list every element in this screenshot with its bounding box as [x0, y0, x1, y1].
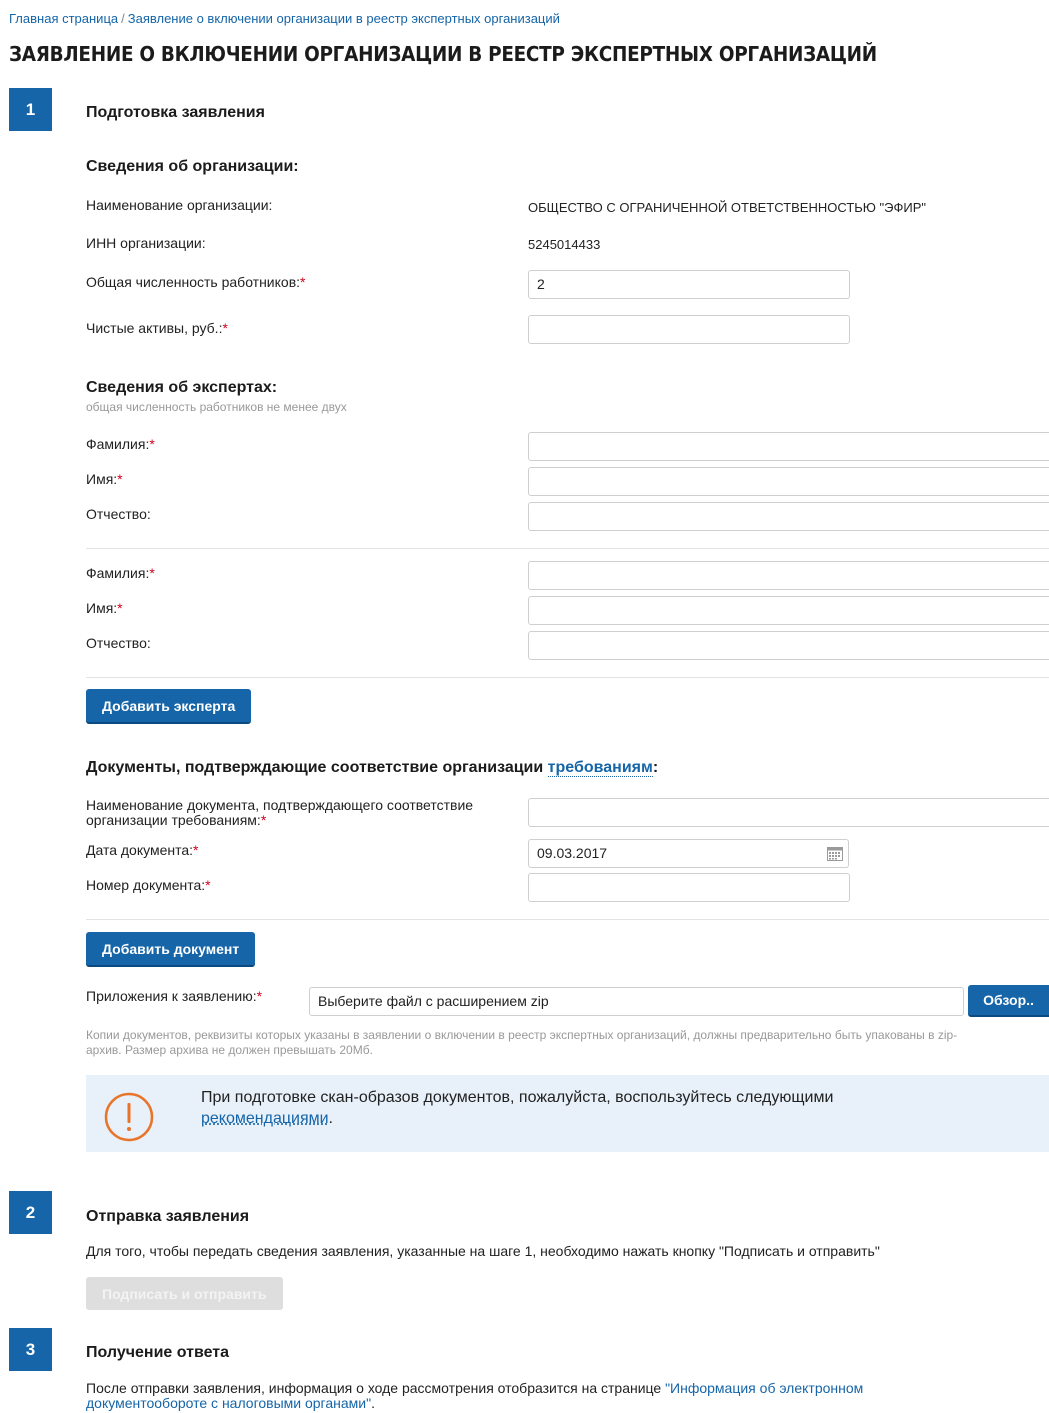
doc-date-input[interactable]: 09.03.2017 — [528, 839, 822, 868]
required-mark: * — [193, 842, 199, 858]
experts-section-title: Сведения об экспертах: — [86, 379, 278, 396]
breadcrumb: Главная страница / Заявление о включении о… — [9, 11, 560, 26]
expert-2-name-label: Имя:* — [86, 600, 123, 616]
notice-box: При подготовке скан-образов документов, … — [86, 1075, 1049, 1152]
assets-label: Чистые активы, руб.:* — [86, 320, 228, 336]
step-3-number: 3 — [9, 1328, 52, 1371]
org-name-label: Наименование организации: — [86, 197, 273, 213]
edo-info-link-line-2: документообороте с налоговыми органами" — [86, 1395, 372, 1411]
doc-name-label-line-2: организации требованиям:* — [86, 813, 473, 828]
required-mark: * — [117, 600, 123, 616]
step-2-title: Отправка заявления — [86, 1208, 250, 1225]
required-mark: * — [256, 988, 263, 1004]
required-mark: * — [222, 320, 228, 336]
surname-label-text: Фамилия: — [86, 565, 150, 581]
documents-title-text: Документы, подтверждающие соответствие о… — [86, 759, 548, 776]
answer-text-end: . — [371, 1395, 375, 1411]
surname-label-text: Фамилия: — [86, 436, 150, 452]
name-label-text: Имя: — [86, 471, 118, 487]
assets-label-text: Чистые активы, руб.: — [86, 320, 223, 336]
doc-name-input[interactable] — [528, 798, 1049, 827]
edo-info-link-line-1: "Информация об электронном — [665, 1380, 864, 1396]
employees-label-text: Общая численность работников: — [86, 274, 301, 290]
doc-name-label-line-2-text: организации требованиям: — [86, 812, 261, 828]
required-mark: * — [149, 436, 155, 452]
step-1-title: Подготовка заявления — [86, 104, 265, 121]
employees-label: Общая численность работников:* — [86, 274, 305, 290]
notice-text-main: При подготовке скан-образов документов, … — [201, 1089, 834, 1106]
file-input[interactable]: Выберите файл с расширением zip — [309, 987, 964, 1016]
expert-2-name-input[interactable] — [528, 596, 1049, 625]
browse-button[interactable]: Обзор.. — [968, 985, 1049, 1017]
sign-and-send-button[interactable]: Подписать и отправить — [86, 1277, 283, 1310]
expert-1-surname-input[interactable] — [528, 432, 1049, 461]
doc-number-input[interactable] — [528, 873, 850, 902]
doc-date-label: Дата документа:* — [86, 842, 199, 858]
attachments-hint-line-1: Копии документов, реквизиты которых указ… — [86, 1028, 958, 1042]
breadcrumb-home-link[interactable]: Главная страница — [9, 11, 118, 26]
doc-number-label-text: Номер документа: — [86, 877, 206, 893]
inn-value: 5245014433 — [528, 237, 601, 252]
employees-input[interactable]: 2 — [528, 270, 850, 299]
page-title: ЗАЯВЛЕНИЕ О ВКЛЮЧЕНИИ ОРГАНИЗАЦИИ В РЕЕС… — [9, 42, 877, 66]
organization-section-title: Сведения об организации: — [86, 158, 299, 175]
required-mark: * — [300, 274, 306, 290]
attachments-hint: Копии документов, реквизиты которых указ… — [86, 1028, 1049, 1058]
notice-text: При подготовке скан-образов документов, … — [201, 1087, 961, 1129]
documents-divider — [86, 919, 1049, 920]
step-1-number: 1 — [9, 88, 52, 131]
documents-section-title: Документы, подтверждающие соответствие о… — [86, 759, 658, 777]
expert-divider — [86, 548, 1049, 549]
required-mark: * — [260, 812, 267, 828]
breadcrumb-separator: / — [121, 11, 125, 26]
step-3-title: Получение ответа — [86, 1344, 230, 1361]
send-instructions: Для того, чтобы передать сведения заявле… — [86, 1243, 880, 1259]
name-label-text: Имя: — [86, 600, 118, 616]
doc-name-label-line-1: Наименование документа, подтверждающего … — [86, 797, 474, 813]
breadcrumb-current-link[interactable]: Заявление о включении организации в реес… — [128, 11, 560, 26]
add-document-button[interactable]: Добавить документ — [86, 932, 256, 967]
expert-1-patronymic-input[interactable] — [528, 502, 1049, 531]
required-mark: * — [149, 565, 155, 581]
expert-1-patronymic-label: Отчество: — [86, 506, 151, 522]
expert-1-name-input[interactable] — [528, 467, 1049, 496]
documents-title-colon: : — [652, 759, 659, 776]
attachments-hint-line-2: архив. Размер архива не должен превышать… — [86, 1043, 373, 1057]
requirements-link[interactable]: требованиям — [547, 759, 653, 777]
org-name-value: ОБЩЕСТВО С ОГРАНИЧЕННОЙ ОТВЕТСТВЕННОСТЬЮ… — [528, 200, 927, 215]
expert-2-patronymic-label: Отчество: — [86, 635, 151, 651]
warning-icon — [104, 1092, 154, 1142]
attachments-label: Приложения к заявлению:* — [86, 988, 262, 1004]
inn-label: ИНН организации: — [86, 235, 206, 251]
answer-text-main: После отправки заявления, информация о х… — [86, 1380, 666, 1396]
expert-1-name-label: Имя:* — [86, 471, 123, 487]
add-expert-button[interactable]: Добавить эксперта — [86, 689, 252, 724]
expert-2-surname-label: Фамилия:* — [86, 565, 155, 581]
doc-number-label: Номер документа:* — [86, 877, 211, 893]
recommendations-link[interactable]: рекомендациями — [201, 1110, 329, 1127]
doc-name-label: Наименование документа, подтверждающего … — [86, 798, 473, 828]
notice-text-end: . — [328, 1110, 333, 1127]
required-mark: * — [117, 471, 123, 487]
doc-date-label-text: Дата документа: — [86, 842, 194, 858]
assets-input[interactable] — [528, 315, 850, 344]
answer-text: После отправки заявления, информация о х… — [86, 1381, 986, 1411]
attachments-label-text: Приложения к заявлению: — [86, 988, 257, 1004]
step-2-number: 2 — [9, 1191, 52, 1234]
calendar-icon — [826, 846, 843, 861]
required-mark: * — [205, 877, 211, 893]
expert-divider — [86, 677, 1049, 678]
expert-2-surname-input[interactable] — [528, 561, 1049, 590]
expert-1-surname-label: Фамилия:* — [86, 436, 155, 452]
experts-hint: общая численность работников не менее дв… — [86, 400, 347, 414]
expert-2-patronymic-input[interactable] — [528, 631, 1049, 660]
calendar-button[interactable] — [821, 839, 849, 868]
